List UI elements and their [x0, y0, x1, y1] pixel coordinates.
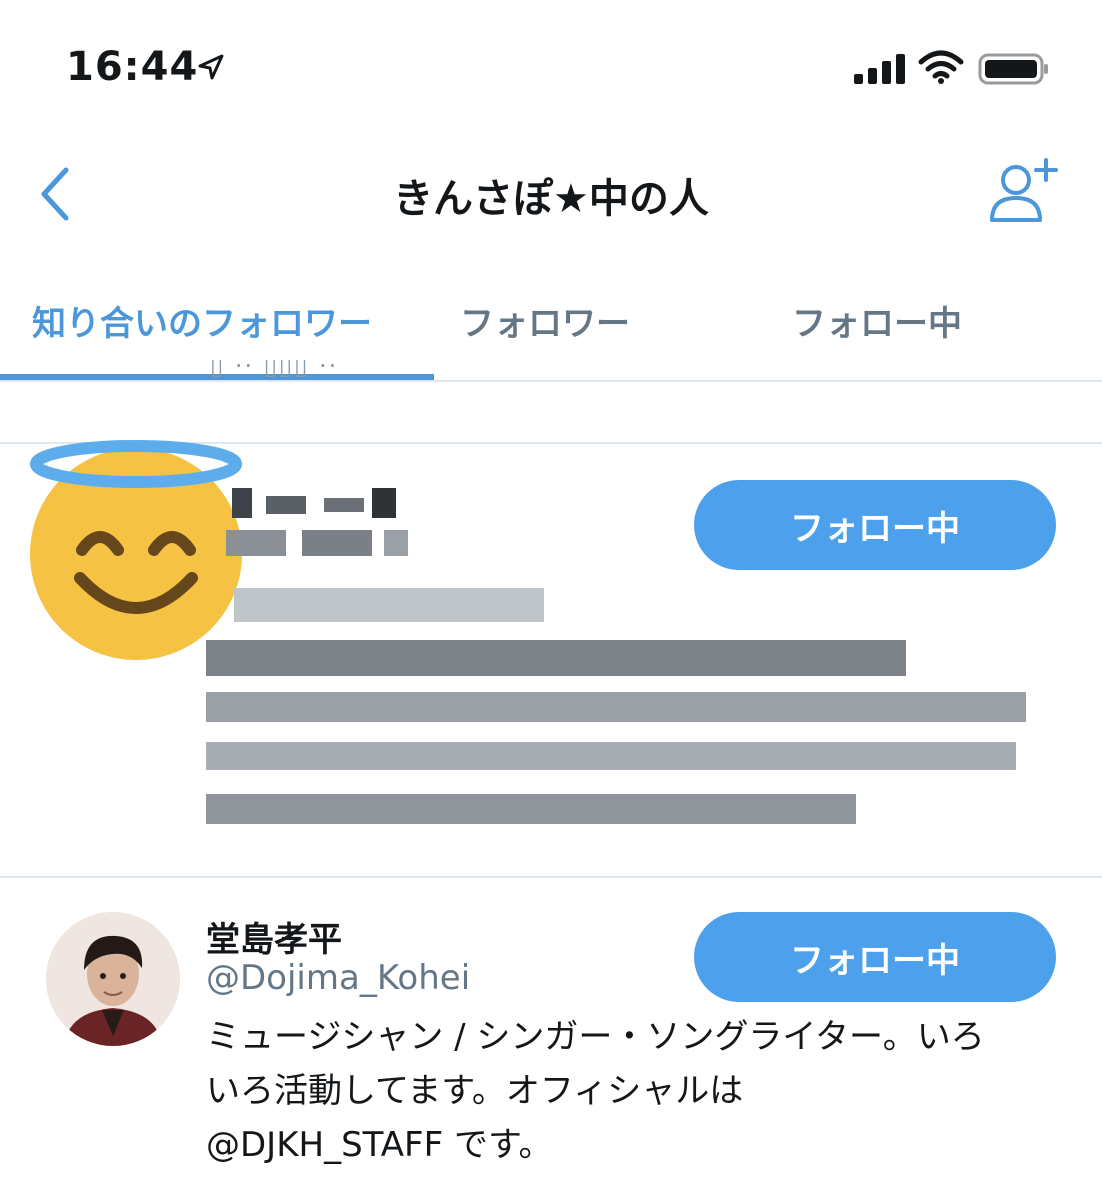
user-handle: @Dojima_Kohei [206, 958, 471, 998]
tab-following[interactable]: フォロー中 [792, 296, 962, 345]
tabs-divider [0, 380, 1102, 382]
bio-line: ミュージシャン / シンガー・ソングライター。いろ [206, 1017, 985, 1057]
cellular-signal-icon [854, 54, 905, 84]
bio-line: @DJKH_STAFF です。 [206, 1125, 553, 1165]
previous-row-cutoff-text: ▯ ·· ▯▯▯ ·· [210, 360, 339, 380]
battery-icon [978, 53, 1048, 85]
wifi-icon [918, 50, 964, 84]
location-arrow-icon [198, 54, 224, 80]
page-title: きんさぽ★中の人 [393, 176, 709, 222]
tab-mutual-followers[interactable]: 知り合いのフォロワー [32, 296, 372, 345]
user-name: 堂島孝平 [206, 920, 342, 960]
avatar[interactable] [46, 912, 180, 1046]
following-button[interactable]: フォロー中 [694, 912, 1056, 1002]
user-bio: ミュージシャン / シンガー・ソングライター。いろ いろ活動してます。オフィシャ… [206, 1010, 1066, 1172]
status-time: 16:44 [66, 44, 199, 90]
following-button[interactable]: フォロー中 [694, 480, 1056, 570]
tab-followers[interactable]: フォロワー [460, 296, 630, 345]
add-user-icon[interactable] [986, 158, 1060, 224]
bio-line: いろ活動してます。オフィシャルは [206, 1071, 744, 1111]
